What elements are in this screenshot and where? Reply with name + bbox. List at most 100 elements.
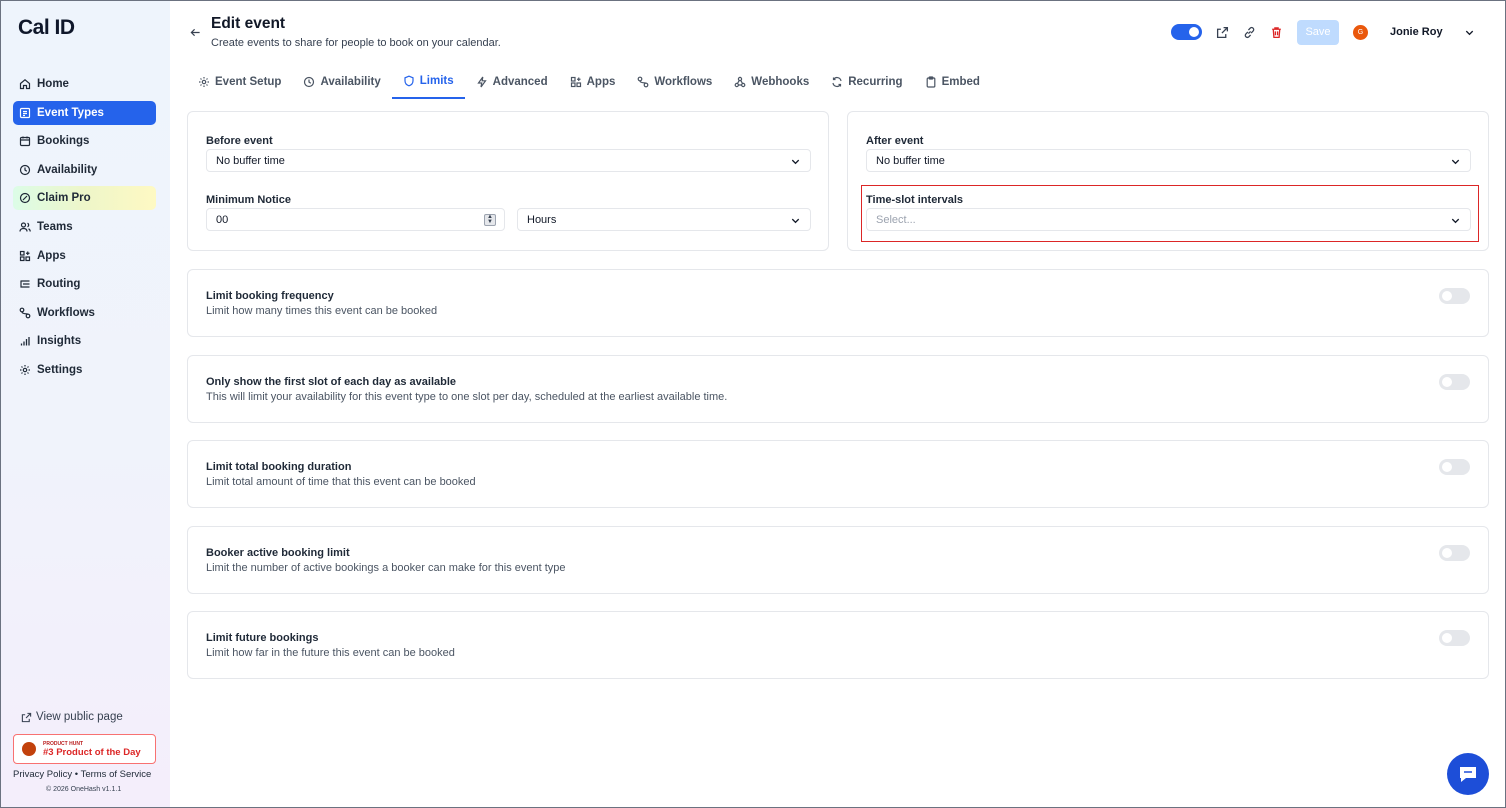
sidebar-item-workflows[interactable]: Workflows <box>13 301 156 325</box>
number-stepper-icon[interactable]: ▲ ▼ <box>484 214 496 226</box>
bolt-icon <box>476 76 487 88</box>
limit-description: Limit how many times this event can be b… <box>206 305 438 317</box>
sidebar-item-teams[interactable]: Teams <box>13 215 156 239</box>
sidebar-item-label: Event Types <box>37 106 104 119</box>
sidebar-item-label: Workflows <box>37 306 95 319</box>
sidebar-item-insights[interactable]: Insights <box>13 329 156 353</box>
avatar[interactable]: G <box>1353 24 1368 40</box>
privacy-policy-link[interactable]: Privacy Policy <box>13 769 72 780</box>
time-slot-intervals-placeholder: Select... <box>876 213 916 226</box>
limit-title: Only show the first slot of each day as … <box>206 376 457 388</box>
minimum-notice-unit-select[interactable]: Hours <box>517 208 811 231</box>
back-arrow-icon[interactable] <box>190 26 201 41</box>
trash-icon[interactable] <box>1270 26 1283 39</box>
workflows-icon <box>19 307 31 319</box>
sidebar-item-label: Bookings <box>37 135 90 148</box>
minimum-notice-input[interactable]: 00 ▲ ▼ <box>206 208 505 231</box>
tab-label: Advanced <box>492 76 548 88</box>
limit-future-bookings-card: Limit future bookings Limit how far in t… <box>187 611 1489 679</box>
sidebar-item-label: Settings <box>37 363 83 376</box>
home-icon <box>19 78 31 90</box>
limit-total-duration-card: Limit total booking duration Limit total… <box>187 440 1489 508</box>
sidebar-item-label: Insights <box>37 335 82 348</box>
app-logo[interactable]: Cal ID <box>18 16 75 40</box>
sidebar-item-label: Home <box>37 78 69 90</box>
limit-total-duration-toggle[interactable] <box>1439 459 1470 475</box>
before-event-value: No buffer time <box>216 154 285 167</box>
minimum-notice-label: Minimum Notice <box>206 194 291 206</box>
event-types-icon <box>19 107 31 119</box>
tab-event-setup[interactable]: Event Setup <box>187 65 292 99</box>
minimum-notice-value: 00 <box>216 213 229 226</box>
app-window: Cal ID Home Event Types Bookings Availab… <box>0 0 1506 808</box>
calendar-icon <box>19 135 31 147</box>
chat-support-button[interactable] <box>1447 753 1489 795</box>
sidebar-item-home[interactable]: Home <box>13 72 156 96</box>
footer-links: Privacy Policy • Terms of Service <box>13 769 151 780</box>
tab-embed[interactable]: Embed <box>914 65 991 99</box>
tab-label: Event Setup <box>215 76 282 88</box>
sidebar-item-label: Apps <box>37 249 66 262</box>
limit-booking-frequency-toggle[interactable] <box>1439 288 1470 304</box>
tab-label: Embed <box>941 76 980 88</box>
limit-title: Limit booking frequency <box>206 290 334 302</box>
clock-icon <box>304 76 315 88</box>
apps-icon <box>19 250 31 262</box>
limit-title: Booker active booking limit <box>206 547 350 559</box>
time-slot-intervals-select[interactable]: Select... <box>866 208 1471 231</box>
sidebar-item-bookings[interactable]: Bookings <box>13 129 156 153</box>
sidebar-item-label: Routing <box>37 278 81 291</box>
tab-label: Recurring <box>848 76 903 88</box>
username[interactable]: Jonie Roy <box>1390 26 1443 38</box>
tab-availability[interactable]: Availability <box>292 65 391 99</box>
limit-future-bookings-toggle[interactable] <box>1439 630 1470 646</box>
tab-label: Apps <box>586 76 616 88</box>
tab-label: Workflows <box>654 76 713 88</box>
external-link-icon[interactable] <box>1216 26 1229 39</box>
product-hunt-badge[interactable]: PRODUCT HUNT #3 Product of the Day <box>13 734 156 764</box>
sidebar-nav: Home Event Types Bookings Availability C… <box>13 72 156 387</box>
limit-description: This will limit your availability for th… <box>206 391 728 403</box>
view-public-page-link[interactable]: View public page <box>21 711 123 723</box>
chat-icon <box>1460 767 1476 782</box>
chevron-down-icon[interactable] <box>1464 27 1475 38</box>
chevron-down-icon <box>791 218 800 224</box>
limit-description: Limit the number of active bookings a bo… <box>206 562 566 574</box>
webhook-icon <box>734 76 746 88</box>
terms-of-service-link[interactable]: Terms of Service <box>81 769 152 780</box>
tab-limits[interactable]: Limits <box>391 65 465 99</box>
tab-advanced[interactable]: Advanced <box>465 65 559 99</box>
after-event-select[interactable]: No buffer time <box>866 149 1471 172</box>
tab-recurring[interactable]: Recurring <box>820 65 913 99</box>
first-slot-only-toggle[interactable] <box>1439 374 1470 390</box>
event-visibility-toggle[interactable] <box>1171 24 1202 40</box>
booker-active-limit-toggle[interactable] <box>1439 545 1470 561</box>
main-content: Edit event Create events to share for pe… <box>170 1 1505 807</box>
sidebar: Cal ID Home Event Types Bookings Availab… <box>1 1 170 807</box>
sidebar-item-event-types[interactable]: Event Types <box>13 100 156 125</box>
sidebar-item-apps[interactable]: Apps <box>13 244 156 268</box>
external-link-icon <box>21 712 32 722</box>
after-event-card: After event No buffer time Time-slot int… <box>847 111 1489 251</box>
tab-label: Limits <box>419 75 454 87</box>
tab-workflows[interactable]: Workflows <box>626 65 723 99</box>
tab-label: Webhooks <box>751 76 810 88</box>
shield-icon <box>404 75 414 87</box>
header-actions: Save G Jonie Roy <box>1171 19 1475 45</box>
save-button[interactable]: Save <box>1297 19 1339 45</box>
before-event-select[interactable]: No buffer time <box>206 149 811 172</box>
sidebar-item-claim-pro[interactable]: Claim Pro <box>13 186 156 211</box>
medal-icon <box>22 742 36 756</box>
tab-webhooks[interactable]: Webhooks <box>723 65 820 99</box>
sidebar-item-label: Teams <box>37 220 73 233</box>
sidebar-item-availability[interactable]: Availability <box>13 158 156 182</box>
sidebar-item-routing[interactable]: Routing <box>13 272 156 296</box>
tab-label: Availability <box>320 76 381 88</box>
product-hunt-rank: #3 Product of the Day <box>43 746 141 758</box>
sidebar-item-settings[interactable]: Settings <box>13 358 156 382</box>
tab-apps[interactable]: Apps <box>559 65 627 99</box>
minimum-notice-unit-value: Hours <box>527 213 557 226</box>
clipboard-icon <box>926 76 935 88</box>
after-event-label: After event <box>866 135 924 147</box>
link-icon[interactable] <box>1243 26 1256 39</box>
